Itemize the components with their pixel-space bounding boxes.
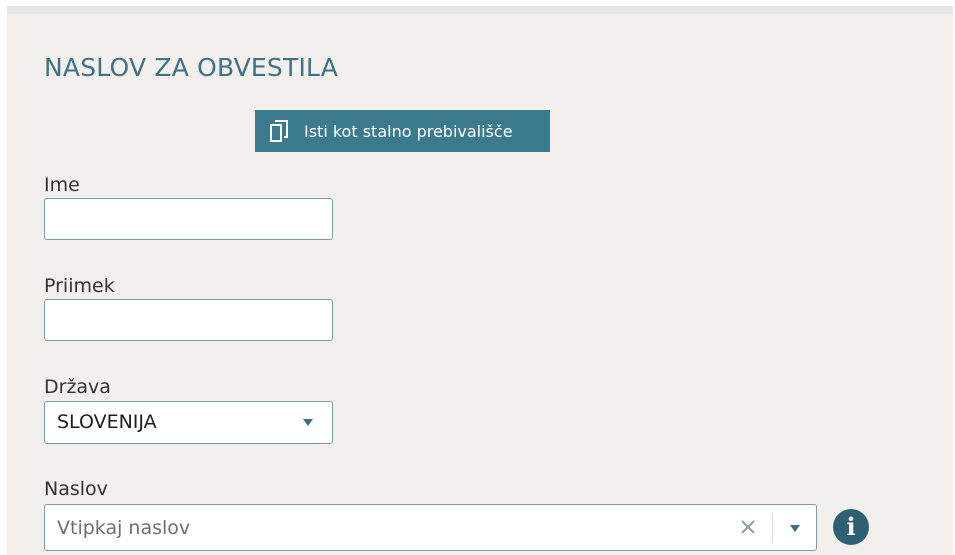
same-as-permanent-address-button[interactable]: Isti kot stalno prebivališče xyxy=(255,110,550,152)
close-icon[interactable] xyxy=(738,517,758,537)
copy-icon xyxy=(268,119,290,143)
ime-input[interactable] xyxy=(44,198,333,240)
priimek-input[interactable] xyxy=(44,299,333,341)
drzava-select[interactable]: SLOVENIJA xyxy=(44,401,333,444)
naslov-dropdown-button[interactable] xyxy=(775,505,817,550)
naslov-label: Naslov xyxy=(44,478,108,500)
same-as-permanent-address-label: Isti kot stalno prebivališče xyxy=(304,121,513,141)
drzava-label: Država xyxy=(44,376,111,398)
chevron-down-icon xyxy=(790,525,800,532)
naslov-input[interactable]: Vtipkaj naslov xyxy=(57,517,190,539)
combo-divider xyxy=(772,513,773,543)
info-icon[interactable]: i xyxy=(833,509,869,545)
drzava-selected-value: SLOVENIJA xyxy=(57,411,157,433)
section-title: NASLOV ZA OBVESTILA xyxy=(44,53,339,82)
priimek-label: Priimek xyxy=(44,275,115,297)
chevron-down-icon xyxy=(303,419,313,426)
notification-address-panel: NASLOV ZA OBVESTILA Isti kot stalno preb… xyxy=(7,6,953,555)
ime-label: Ime xyxy=(44,174,80,196)
naslov-combobox[interactable]: Vtipkaj naslov xyxy=(44,504,817,551)
